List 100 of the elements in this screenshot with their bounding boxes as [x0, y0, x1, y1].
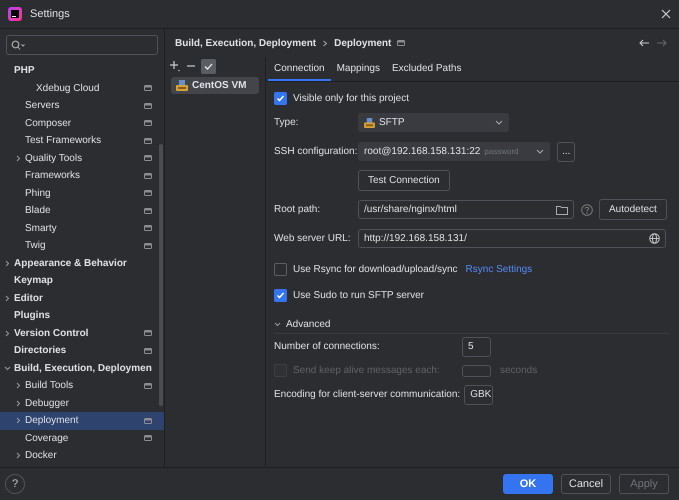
help-button[interactable]: ?: [5, 474, 25, 494]
project-scope-icon: [144, 190, 152, 196]
checkbox-label: Visible only for this project: [293, 92, 409, 104]
globe-icon[interactable]: [649, 233, 660, 244]
autodetect-button[interactable]: Autodetect: [599, 199, 667, 220]
project-scope-icon: [144, 382, 152, 389]
chevron-icon: [4, 260, 11, 267]
tree-item[interactable]: Build Tools: [0, 377, 164, 394]
checkbox[interactable]: [274, 92, 287, 104]
project-scope-icon: [144, 418, 152, 424]
tree-item-label: Frameworks: [25, 170, 82, 182]
tree-item[interactable]: Plugins: [0, 307, 164, 324]
project-scope-icon: [144, 242, 152, 249]
tree-item-label: Servers: [25, 100, 60, 112]
tree-item-label: Phing: [25, 188, 52, 199]
project-scope-icon: [144, 120, 152, 126]
tree-item[interactable]: Appearance & Behavior: [0, 254, 164, 272]
help-icon[interactable]: [581, 204, 593, 216]
check-button[interactable]: [201, 58, 216, 74]
field-label: Web server URL:: [274, 233, 352, 244]
web-url-field[interactable]: http://192.168.158.131/: [358, 229, 666, 248]
tree-item[interactable]: Phing: [0, 184, 164, 202]
tree-item[interactable]: Version Control: [0, 324, 164, 342]
project-scope-icon: [144, 102, 152, 109]
ssh-dropdown[interactable]: root@192.168.158.131:22 password: [358, 142, 550, 161]
field-label: SSH configuration:: [274, 146, 358, 157]
tree-item[interactable]: Docker: [0, 447, 164, 464]
chevron-icon: [322, 40, 328, 46]
tab[interactable]: Mappings: [330, 57, 386, 81]
tree-item[interactable]: PHP: [0, 62, 164, 80]
server-icon: [176, 80, 188, 91]
connections-field[interactable]: 5: [462, 336, 491, 356]
search-field[interactable]: [6, 35, 158, 55]
project-scope-icon: [144, 208, 152, 214]
encoding-field[interactable]: GBK: [464, 384, 494, 404]
checkbox[interactable]: [274, 262, 287, 276]
advanced-section-toggle[interactable]: Advanced: [274, 315, 669, 334]
chevron-icon: [15, 382, 22, 390]
scrollbar[interactable]: [159, 144, 163, 406]
breadcrumb-item: Build, Execution, Deployment: [175, 38, 316, 48]
tree-item-label: Editor: [14, 292, 44, 304]
tree-item[interactable]: Coverage: [0, 430, 164, 447]
project-scope-icon: [144, 85, 152, 92]
project-scope-icon: [144, 225, 152, 232]
test-connection-button[interactable]: Test Connection: [358, 170, 450, 191]
server-item[interactable]: CentOS VM: [171, 77, 259, 94]
forward-arrow-icon[interactable]: [656, 39, 667, 47]
tree-item-label: Smarty: [25, 222, 58, 234]
window-title: Settings: [30, 8, 70, 20]
tree-item[interactable]: Frameworks: [0, 167, 164, 184]
tree-item-label: Deployment: [25, 415, 80, 426]
add-icon[interactable]: [169, 60, 181, 72]
project-scope-icon: [144, 138, 152, 144]
project-scope-icon: [144, 348, 152, 354]
dialog-button[interactable]: Cancel: [561, 474, 611, 494]
chevron-icon: [15, 400, 22, 407]
tab[interactable]: Excluded Paths: [386, 57, 468, 81]
checkbox[interactable]: [274, 288, 287, 302]
rsync-settings-link[interactable]: Rsync Settings: [466, 264, 532, 274]
tree-item[interactable]: Build, Execution, Deploymen: [0, 360, 164, 377]
tree-item[interactable]: Xdebug Cloud: [0, 80, 164, 97]
field-label: Encoding for client-server communication:: [274, 389, 462, 400]
tree-item[interactable]: Debugger: [0, 394, 164, 412]
browse-button[interactable]: ...: [557, 142, 576, 162]
folder-icon[interactable]: [556, 204, 568, 214]
tree-item[interactable]: Directories: [0, 342, 164, 360]
tree-item-label: Docker: [25, 450, 58, 462]
tree-item[interactable]: Smarty: [0, 220, 164, 237]
tree-item[interactable]: Keymap: [0, 272, 164, 290]
tree-item[interactable]: Twig: [0, 237, 164, 254]
tree-item[interactable]: Editor: [0, 290, 164, 307]
breadcrumb-item: Deployment: [334, 38, 392, 48]
tree-item-label: Keymap: [14, 275, 54, 286]
tree-item-label: Xdebug Cloud: [36, 82, 100, 94]
tree-item-label: Twig: [25, 240, 47, 252]
caret-icon: [495, 120, 503, 125]
tree-item[interactable]: Test Frameworks: [0, 132, 164, 150]
chevron-icon: [15, 154, 22, 162]
tree-item[interactable]: Servers: [0, 97, 164, 114]
root-path-field[interactable]: /usr/share/nginx/html: [358, 200, 574, 219]
chevron-icon: [15, 452, 22, 460]
tree-item[interactable]: Quality Tools: [0, 150, 164, 167]
checkmark-icon: [276, 94, 285, 102]
checkmark-icon: [276, 290, 285, 300]
keep-alive-field[interactable]: [462, 364, 491, 376]
tree-item[interactable]: Blade: [0, 202, 164, 220]
type-dropdown[interactable]: SFTP: [358, 113, 509, 132]
chevron-icon: [274, 320, 281, 328]
tree-item-label: Coverage: [25, 432, 70, 444]
chevron-icon: [4, 294, 11, 302]
tree-item[interactable]: Composer: [0, 114, 164, 132]
back-arrow-icon[interactable]: [639, 39, 650, 47]
dialog-button[interactable]: OK: [503, 474, 553, 494]
search-icon: [11, 40, 25, 50]
chevron-icon: [4, 364, 11, 372]
tree-item-label: Directories: [14, 345, 68, 356]
chevron-icon: [15, 417, 22, 424]
tab[interactable]: Connection: [268, 57, 331, 81]
tree-item[interactable]: Deployment: [0, 412, 164, 430]
close-icon[interactable]: [661, 9, 671, 19]
